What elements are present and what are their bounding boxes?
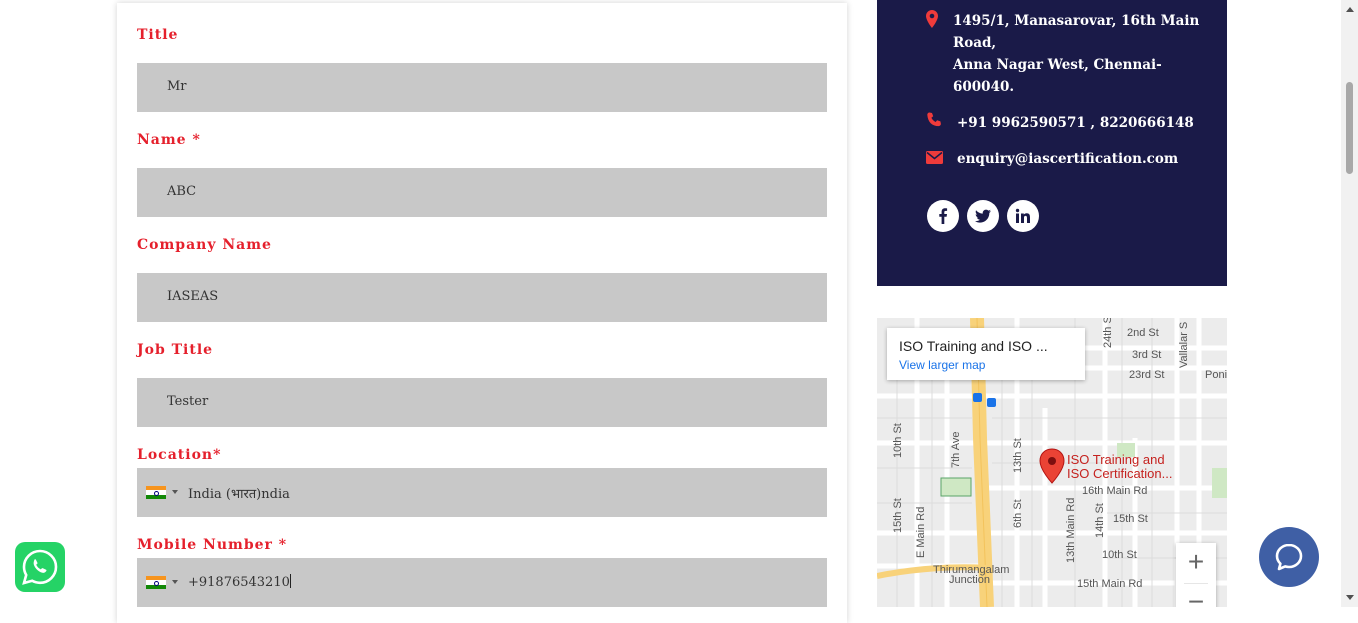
- company-label: Company Name: [137, 237, 272, 253]
- address-line: 600040.: [953, 79, 1015, 95]
- map-street-label: 16th Main Rd: [1082, 485, 1147, 497]
- page-scrollbar[interactable]: [1341, 0, 1358, 607]
- mobile-value: +91876543210: [188, 574, 291, 590]
- phone-numbers[interactable]: +91 9962590571 , 8220666148: [957, 112, 1194, 134]
- location-label: Location*: [137, 447, 222, 463]
- map-street-label: 14th St: [1094, 503, 1106, 538]
- twitter-button[interactable]: [967, 200, 999, 232]
- map-street-label: E Main Rd: [915, 507, 927, 558]
- map-place-title: ISO Training and ISO ...: [899, 338, 1048, 354]
- map-street-label: 13th Main Rd: [1065, 498, 1077, 563]
- location-input[interactable]: India (भारत)ndia: [137, 468, 827, 517]
- country-dropdown-caret-icon[interactable]: [172, 580, 178, 584]
- map-street-label: 15th St: [1113, 513, 1148, 525]
- job-title-input[interactable]: Tester: [137, 378, 827, 427]
- name-label: Name *: [137, 132, 201, 148]
- chat-icon: [1275, 543, 1303, 571]
- mobile-label: Mobile Number *: [137, 537, 288, 553]
- title-value: Mr: [167, 79, 187, 94]
- zoom-out-button[interactable]: −: [1176, 583, 1216, 607]
- map-street-label: 6th St: [1012, 499, 1024, 528]
- address-line: Road,: [953, 35, 997, 51]
- map-street-label: Poni: [1205, 369, 1227, 381]
- map-poi-label[interactable]: ISO Certification...: [1067, 466, 1172, 481]
- google-map[interactable]: 2nd St 3rd St 23rd St 24th St Vallalar S…: [877, 318, 1227, 607]
- scroll-down-arrow-icon[interactable]: [1346, 595, 1354, 600]
- name-input[interactable]: ABC: [137, 168, 827, 217]
- map-poi-label[interactable]: ISO Training and: [1067, 452, 1165, 467]
- scroll-up-arrow-icon[interactable]: [1346, 7, 1354, 12]
- text-cursor: [289, 574, 291, 588]
- mobile-input[interactable]: +91876543210: [137, 558, 827, 607]
- envelope-icon: [926, 151, 943, 164]
- map-street-label: 7th Ave: [950, 432, 962, 469]
- chat-widget-button[interactable]: [1259, 527, 1319, 587]
- enquiry-form: Title Mr Name * ABC Company Name IASEAS …: [117, 3, 847, 623]
- title-select[interactable]: Mr: [137, 63, 827, 112]
- map-street-label: 15th Main Rd: [1077, 578, 1142, 590]
- india-flag-icon[interactable]: [146, 576, 166, 589]
- facebook-button[interactable]: [927, 200, 959, 232]
- whatsapp-icon: [22, 549, 58, 585]
- map-street-label: Vallalar S: [1178, 322, 1190, 368]
- whatsapp-button[interactable]: [15, 542, 65, 592]
- map-street-label: 15th St: [892, 498, 904, 533]
- linkedin-icon: [1015, 208, 1030, 223]
- facebook-icon: [939, 208, 948, 224]
- job-title-value: Tester: [167, 394, 209, 409]
- phone-icon: [927, 112, 941, 127]
- view-larger-map-link[interactable]: View larger map: [899, 358, 985, 372]
- map-street-label: 13th St: [1012, 438, 1024, 473]
- address-line: Anna Nagar West, Chennai-: [953, 57, 1162, 73]
- map-street-label: 10th St: [1102, 549, 1137, 561]
- title-label: Title: [137, 27, 179, 43]
- map-street-label: 2nd St: [1127, 327, 1159, 339]
- india-flag-icon[interactable]: [146, 486, 166, 499]
- address-line: 1495/1, Manasarovar, 16th Main: [953, 13, 1200, 29]
- map-zoom-controls: + −: [1176, 543, 1216, 607]
- email-link[interactable]: enquiry@iascertification.com: [957, 148, 1178, 170]
- company-input[interactable]: IASEAS: [137, 273, 827, 322]
- twitter-icon: [975, 209, 991, 223]
- contact-panel: 1495/1, Manasarovar, 16th Main Road, Ann…: [877, 0, 1227, 286]
- name-value: ABC: [167, 184, 197, 199]
- scrollbar-thumb[interactable]: [1346, 82, 1353, 174]
- map-street-label: 24th St: [1102, 318, 1114, 348]
- job-title-label: Job Title: [137, 342, 214, 358]
- location-value: India (भारत)ndia: [188, 487, 290, 502]
- map-street-label: 10th St: [892, 423, 904, 458]
- location-pin-icon: [926, 10, 938, 28]
- zoom-in-button[interactable]: +: [1176, 543, 1216, 583]
- map-place-card: ISO Training and ISO ... View larger map: [887, 328, 1085, 380]
- address: 1495/1, Manasarovar, 16th Main Road, Ann…: [953, 10, 1199, 98]
- map-street-label: 23rd St: [1129, 369, 1164, 381]
- map-street-label: Junction: [949, 574, 990, 586]
- country-dropdown-caret-icon[interactable]: [172, 490, 178, 494]
- map-street-label: 3rd St: [1132, 349, 1161, 361]
- company-value: IASEAS: [167, 289, 219, 304]
- linkedin-button[interactable]: [1007, 200, 1039, 232]
